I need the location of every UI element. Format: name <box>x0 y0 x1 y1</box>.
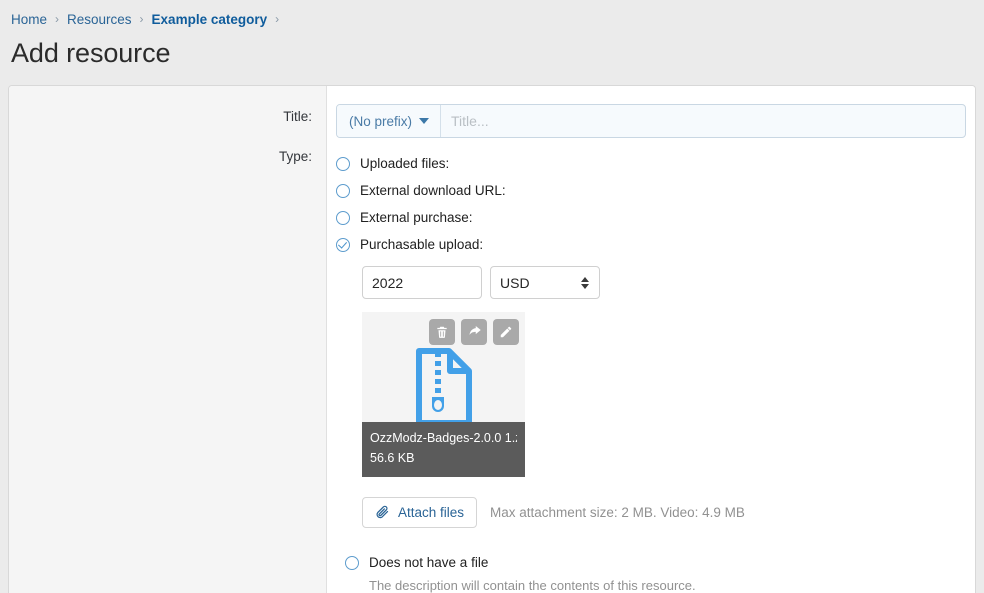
radio-row-external-download-url[interactable]: External download URL: <box>336 177 975 204</box>
page-title: Add resource <box>8 38 984 85</box>
attach-files-row: Attach files Max attachment size: 2 MB. … <box>362 497 975 528</box>
radio-label-uploaded-files: Uploaded files: <box>360 156 449 171</box>
attachment-actions <box>429 319 519 345</box>
attachment-limits-text: Max attachment size: 2 MB. Video: 4.9 MB <box>490 505 745 520</box>
file-type-icon-wrapper <box>362 348 525 426</box>
curved-arrow-icon <box>467 325 482 340</box>
breadcrumb-item-home[interactable]: Home <box>11 12 47 27</box>
radio-row-purchasable-upload[interactable]: Purchasable upload: <box>336 231 975 258</box>
form-card: Title: Type: (No prefix) Uploaded files: <box>8 85 976 593</box>
delete-button[interactable] <box>429 319 455 345</box>
radio-label-external-download-url: External download URL: <box>360 183 506 198</box>
trash-icon <box>435 325 449 339</box>
radio-icon-external-purchase[interactable] <box>336 211 350 225</box>
breadcrumb: Home › Resources › Example category › <box>8 0 984 38</box>
attachment-area: OzzModz-Badges-2.0.0 1.zip 56.6 KB Attac… <box>362 312 975 528</box>
type-radio-group: Uploaded files: External download URL: E… <box>327 150 975 593</box>
insert-button[interactable] <box>461 319 487 345</box>
select-spinner-icon <box>581 277 589 289</box>
attachment-caption: OzzModz-Badges-2.0.0 1.zip 56.6 KB <box>362 422 525 477</box>
price-input[interactable] <box>362 266 482 299</box>
attachment-filename: OzzModz-Badges-2.0.0 1.zip <box>370 428 517 449</box>
purchasable-upload-panel: USD <box>336 266 975 528</box>
radio-icon-uploaded-files[interactable] <box>336 157 350 171</box>
radio-label-purchasable-upload: Purchasable upload: <box>360 237 483 252</box>
currency-select[interactable]: USD <box>490 266 600 299</box>
radio-icon-purchasable-upload-checked[interactable] <box>336 238 350 252</box>
chevron-down-icon <box>419 118 429 124</box>
radio-label-external-purchase: External purchase: <box>360 210 473 225</box>
title-field-row: (No prefix) <box>327 104 975 150</box>
breadcrumb-separator-icon: › <box>140 13 144 25</box>
breadcrumb-separator-icon: › <box>55 13 59 25</box>
page-header: Home › Resources › Example category › Ad… <box>0 0 984 85</box>
type-label: Type: <box>9 144 326 171</box>
prefix-select-value: (No prefix) <box>349 114 412 129</box>
form-field-column: (No prefix) Uploaded files: External dow… <box>327 86 975 593</box>
form-label-column: Title: Type: <box>9 86 327 593</box>
no-file-block: Does not have a file The description wil… <box>336 549 975 593</box>
prefix-select[interactable]: (No prefix) <box>337 105 441 137</box>
radio-icon-external-download-url[interactable] <box>336 184 350 198</box>
pencil-icon <box>499 325 513 339</box>
currency-select-value: USD <box>500 275 530 291</box>
attach-files-button[interactable]: Attach files <box>362 497 477 528</box>
breadcrumb-item-example-category[interactable]: Example category <box>152 12 268 27</box>
zip-file-icon <box>414 348 474 426</box>
radio-row-uploaded-files[interactable]: Uploaded files: <box>336 150 975 177</box>
radio-row-does-not-have-a-file[interactable]: Does not have a file <box>345 549 975 576</box>
title-label: Title: <box>9 104 326 144</box>
attach-files-label: Attach files <box>398 505 464 520</box>
paperclip-icon <box>375 505 390 520</box>
edit-button[interactable] <box>493 319 519 345</box>
radio-row-external-purchase[interactable]: External purchase: <box>336 204 975 231</box>
attachment-filesize: 56.6 KB <box>370 448 517 469</box>
radio-icon-does-not-have-a-file[interactable] <box>345 556 359 570</box>
title-input-group: (No prefix) <box>336 104 966 138</box>
attachment-thumbnail[interactable]: OzzModz-Badges-2.0.0 1.zip 56.6 KB <box>362 312 525 477</box>
no-file-description: The description will contain the content… <box>345 578 975 593</box>
price-row: USD <box>362 266 975 299</box>
breadcrumb-separator-icon: › <box>275 13 279 25</box>
title-input[interactable] <box>441 105 965 137</box>
breadcrumb-item-resources[interactable]: Resources <box>67 12 132 27</box>
